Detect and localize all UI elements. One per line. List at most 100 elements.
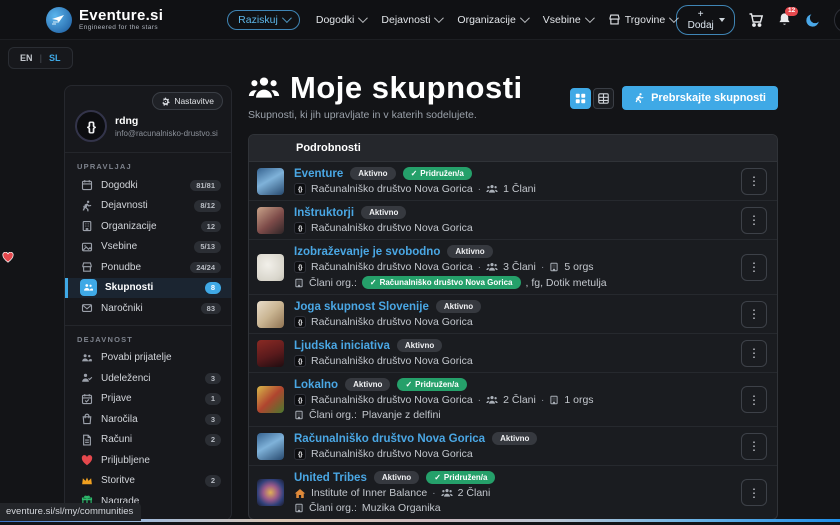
status-badge: Aktivno: [361, 206, 406, 219]
row-menu-button[interactable]: ⋮: [741, 254, 767, 281]
org-name: Računalniško društvo Nova Gorica: [311, 222, 473, 234]
sidebar-item-narocila[interactable]: Naročila 3: [65, 409, 231, 430]
status-badge: Aktivno: [345, 378, 390, 391]
member-orgs-text: Plavanje z delfini: [362, 409, 441, 421]
language-toggle: EN | SL: [8, 47, 73, 69]
sidebar-item-dejavnosti[interactable]: Dejavnosti 8/12: [65, 196, 231, 217]
community-link[interactable]: Eventure: [294, 168, 343, 180]
crown-icon: [80, 474, 93, 487]
table-row: United Tribes Aktivno ✓Pridružen/a Insti…: [249, 466, 777, 519]
nav-events[interactable]: Dogodki: [316, 14, 366, 26]
community-link[interactable]: Ljudska iniciativa: [294, 340, 390, 352]
nav-explore[interactable]: Raziskuj: [227, 10, 300, 30]
profile-avatar[interactable]: { }: [75, 110, 107, 142]
sidebar-item-racuni[interactable]: Računi 2: [65, 430, 231, 451]
running-person-icon: [80, 199, 93, 212]
nav-contents[interactable]: Vsebine: [543, 14, 592, 26]
calendar-icon: [80, 179, 93, 192]
browse-communities-button[interactable]: Prebrskajte skupnosti: [622, 86, 778, 110]
brand-logo[interactable]: Eventure.si Engineered for the stars: [46, 7, 163, 33]
row-menu-button[interactable]: ⋮: [741, 340, 767, 367]
member-orgs-rest: , fg, Dotik metulja: [526, 277, 607, 289]
check-icon: ✓: [434, 474, 441, 482]
add-button[interactable]: + Dodaj: [676, 5, 735, 35]
favorites-heart-icon[interactable]: [2, 252, 14, 263]
row-menu-button[interactable]: ⋮: [741, 433, 767, 460]
community-link[interactable]: Računalniško društvo Nova Gorica: [294, 433, 485, 445]
invoice-icon: [80, 433, 93, 446]
count-badge: 2: [205, 475, 221, 487]
user-avatar[interactable]: { }: [834, 8, 840, 32]
lang-divider: |: [40, 53, 43, 63]
sidebar: Nastavitve { } rdng info@racunalnisko-dr…: [64, 85, 232, 521]
members-count: 3 Člani: [503, 261, 536, 273]
org-avatar: {}: [294, 394, 306, 406]
sidebar-item-povabi-prijatelje[interactable]: Povabi prijatelje: [65, 348, 231, 369]
orgs-count: 1 orgs: [564, 394, 593, 406]
count-badge: 8: [205, 282, 221, 294]
joined-badge: ✓Pridružen/a: [403, 167, 472, 180]
row-menu-button[interactable]: ⋮: [741, 479, 767, 506]
community-thumbnail[interactable]: [257, 207, 284, 234]
row-menu-button[interactable]: ⋮: [741, 207, 767, 234]
view-toggle-group: [570, 88, 614, 109]
page-title: Moje skupnosti: [290, 70, 523, 106]
status-badge: Aktivno: [447, 245, 492, 258]
notifications-bell-icon[interactable]: 12: [777, 12, 792, 27]
community-link[interactable]: Lokalno: [294, 379, 338, 391]
chevron-down-icon: [585, 13, 595, 23]
cart-icon[interactable]: [748, 12, 764, 28]
profile-name: rdng: [115, 115, 218, 127]
sidebar-item-prijave[interactable]: Prijave 1: [65, 389, 231, 410]
community-link[interactable]: Izobraževanje je svobodno: [294, 246, 440, 258]
dark-mode-moon-icon[interactable]: [805, 12, 821, 28]
org-name: Računalniško društvo Nova Gorica: [311, 261, 473, 273]
community-link[interactable]: United Tribes: [294, 472, 367, 484]
sidebar-item-storitve[interactable]: Storitve 2: [65, 471, 231, 492]
lang-en[interactable]: EN: [20, 53, 33, 63]
grid-view-button[interactable]: [570, 88, 591, 109]
caret-down-icon: [719, 18, 725, 22]
count-badge: 12: [201, 221, 221, 233]
sidebar-item-vsebine[interactable]: Vsebine 5/13: [65, 237, 231, 258]
settings-button[interactable]: Nastavitve: [152, 92, 223, 110]
row-menu-button[interactable]: ⋮: [741, 168, 767, 195]
sidebar-item-priljubljene[interactable]: Priljubljene: [65, 450, 231, 471]
gear-icon: [161, 97, 170, 106]
image-icon: [80, 240, 93, 253]
orgs-count: 5 orgs: [564, 261, 593, 273]
sidebar-item-dogodki[interactable]: Dogodki 81/81: [65, 175, 231, 196]
calendar-check-icon: [80, 392, 93, 405]
community-thumbnail[interactable]: [257, 433, 284, 460]
community-link[interactable]: Joga skupnost Slovenije: [294, 301, 429, 313]
nav-organizations[interactable]: Organizacije: [457, 14, 526, 26]
community-link[interactable]: Inštruktorji: [294, 207, 354, 219]
sidebar-item-narocniki[interactable]: Naročniki 83: [65, 298, 231, 319]
lang-sl[interactable]: SL: [49, 53, 61, 63]
heart-icon: [80, 454, 93, 467]
community-thumbnail[interactable]: [257, 386, 284, 413]
org-avatar: {}: [294, 222, 306, 234]
table-view-button[interactable]: [593, 88, 614, 109]
community-thumbnail[interactable]: [257, 301, 284, 328]
check-icon: ✓: [405, 381, 412, 389]
sidebar-item-udelezenci[interactable]: Udeleženci 3: [65, 368, 231, 389]
nav-shops[interactable]: Trgovine: [608, 13, 676, 26]
chevron-down-icon: [434, 13, 444, 23]
row-menu-button[interactable]: ⋮: [741, 301, 767, 328]
chevron-down-icon: [282, 13, 292, 23]
building-icon: [80, 220, 93, 233]
count-badge: 3: [205, 414, 221, 426]
community-thumbnail[interactable]: [257, 479, 284, 506]
sidebar-item-skupnosti[interactable]: Skupnosti 8: [65, 278, 231, 299]
shopping-bag-icon: [80, 413, 93, 426]
community-thumbnail[interactable]: [257, 254, 284, 281]
community-thumbnail[interactable]: [257, 168, 284, 195]
count-badge: 2: [205, 434, 221, 446]
sidebar-item-ponudbe[interactable]: Ponudbe 24/24: [65, 257, 231, 278]
nav-activities[interactable]: Dejavnosti: [381, 14, 441, 26]
sidebar-item-organizacije[interactable]: Organizacije 12: [65, 216, 231, 237]
row-menu-button[interactable]: ⋮: [741, 386, 767, 413]
joined-badge: ✓Pridružen/a: [397, 378, 466, 391]
community-thumbnail[interactable]: [257, 340, 284, 367]
